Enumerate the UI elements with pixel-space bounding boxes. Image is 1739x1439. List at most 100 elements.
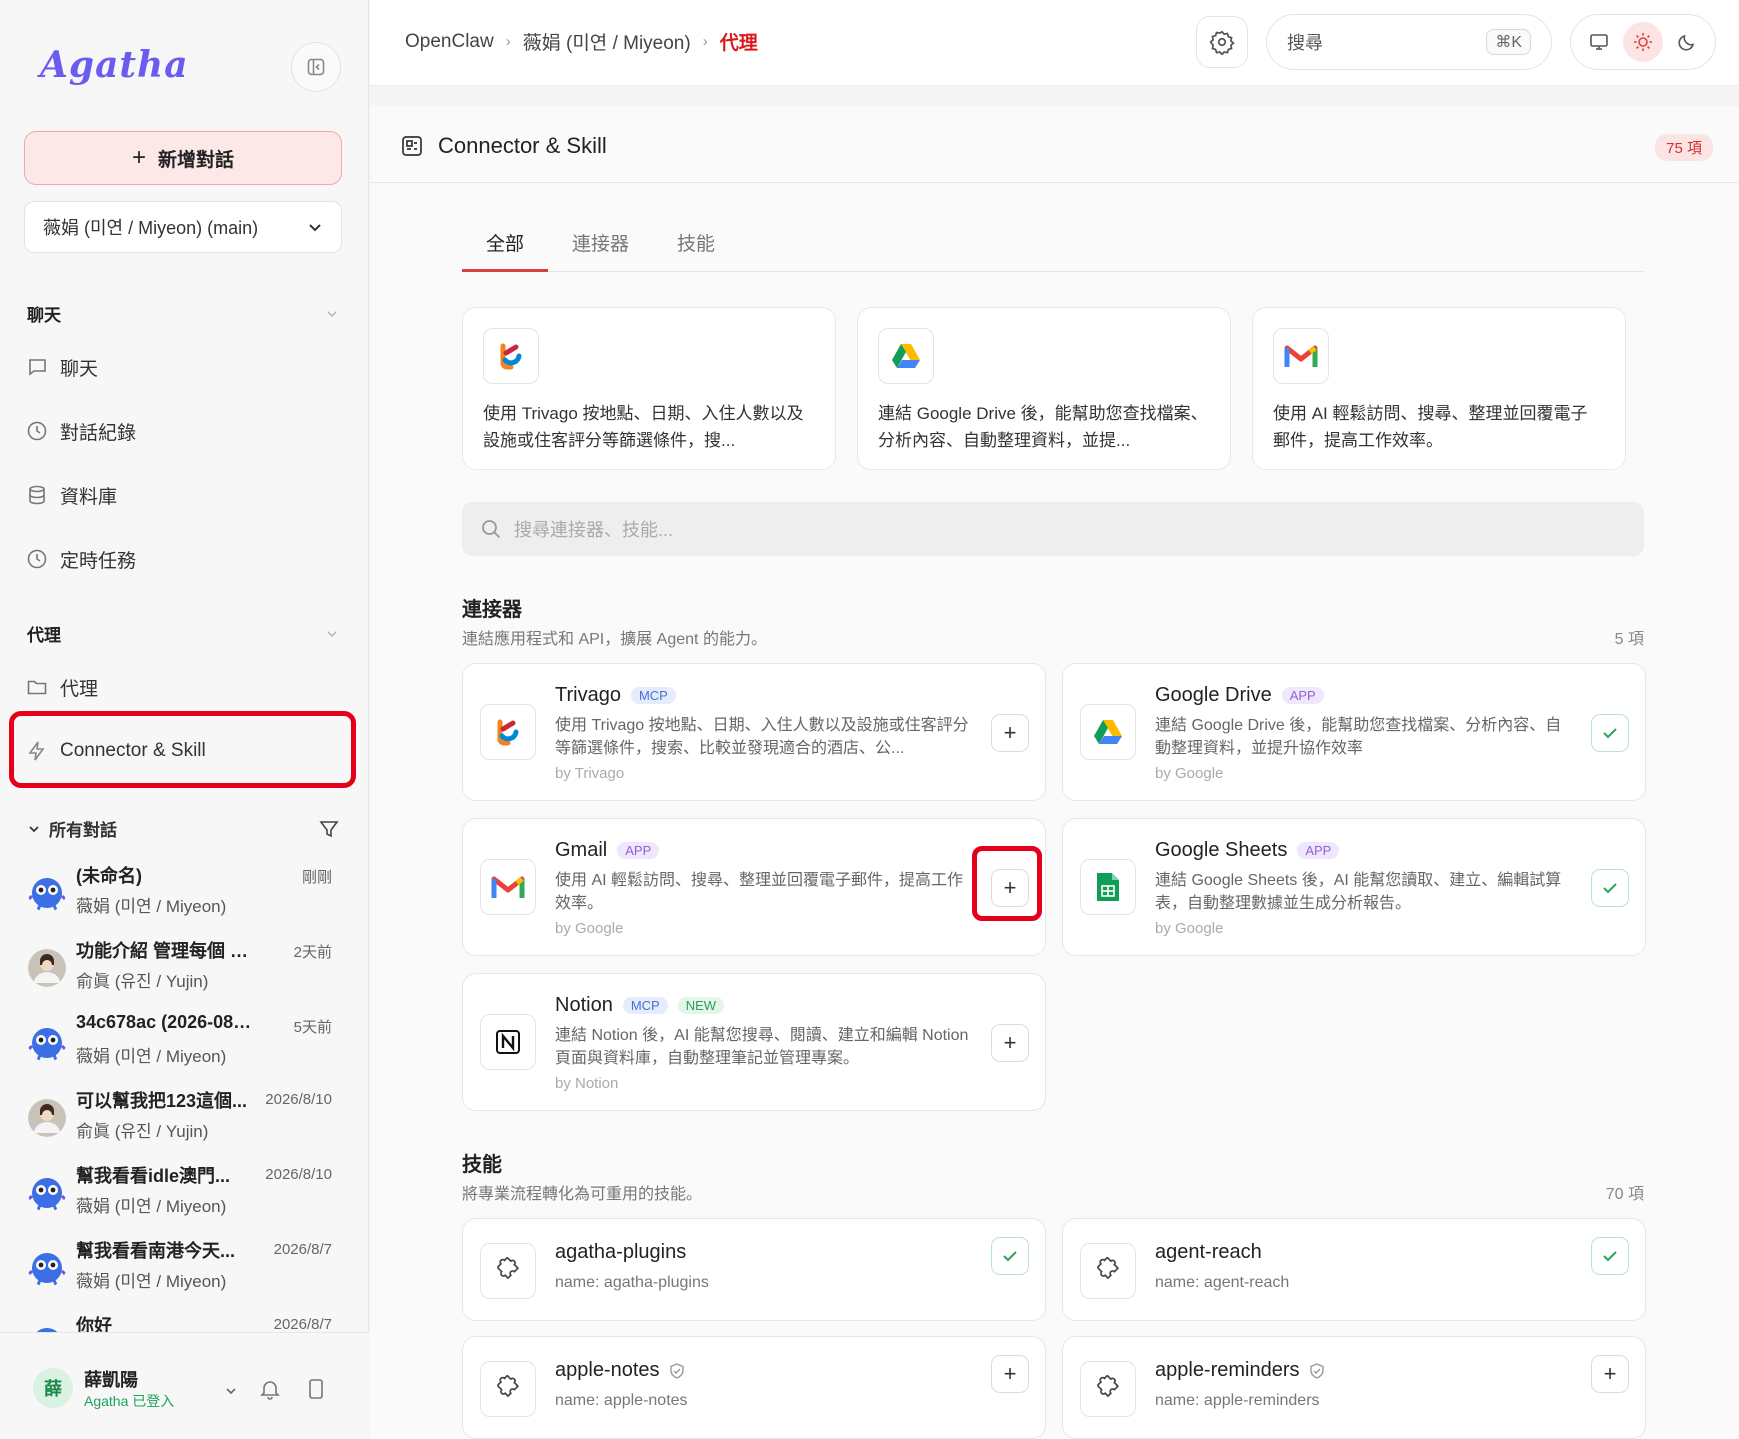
mobile-icon[interactable] (306, 1378, 326, 1400)
chat-agent-name: 俞眞 (유진 / Yujin) (76, 972, 209, 991)
filter-icon[interactable] (319, 819, 339, 839)
agatha-logo[interactable]: Agatha (40, 44, 189, 86)
tab-all[interactable]: 全部 (462, 225, 549, 272)
app-window: Agatha + 新增對話 薇娟 (미연 / Miyeon) (main) 聊天… (0, 0, 1739, 1439)
database-icon (29, 485, 45, 505)
connector-card-notion[interactable]: Notion MCP NEW 連結 Notion 後，AI 能幫您搜尋、閱讀、建立和編… (462, 973, 1046, 1111)
chat-list-item[interactable]: 幫我看看南港今天... 薇娟 (미연 / Miyeon) 2026/8/7 (26, 1233, 332, 1303)
chat-list-item[interactable]: 功能介紹 管理每個 AI ... 俞眞 (유진 / Yujin) 2天前 (26, 933, 332, 1003)
chat-list-item[interactable]: (未命名) 薇娟 (미연 / Miyeon) 剛剛 (26, 858, 332, 928)
shield-check-icon (669, 1362, 684, 1379)
sidebar-item-database[interactable]: 資料庫 (24, 473, 336, 517)
chevron-right-icon: › (505, 33, 511, 50)
plus-icon: + (1003, 1361, 1017, 1386)
tab-skills[interactable]: 技能 (653, 225, 739, 272)
count-badge: 75 項 (1655, 134, 1713, 161)
theme-system-button[interactable] (1579, 22, 1619, 62)
sidebar-item-history[interactable]: 對話紀錄 (24, 409, 336, 453)
chat-title: 幫我看看idle澳門... (76, 1166, 231, 1186)
chat-title: 幫我看看南港今天... (76, 1241, 236, 1261)
chat-list-item[interactable]: 你好 2026/8/7 (26, 1308, 332, 1332)
skill-card-agent-reach[interactable]: agent-reach name: agent-reach (1062, 1218, 1646, 1321)
check-icon (1603, 1251, 1617, 1262)
clock-icon (27, 421, 47, 441)
chat-date: 2天前 (293, 944, 332, 961)
skill-identifier: name: agatha-plugins (555, 1274, 709, 1291)
connector-icon (402, 136, 422, 156)
avatar[interactable]: 薛 (33, 1368, 73, 1408)
connector-icon (480, 704, 536, 760)
chat-date: 2026/8/10 (265, 1166, 332, 1183)
featured-card[interactable]: 使用 AI 輕鬆訪問、搜尋、整理並回覆電子郵件，提高工作效率。 (1252, 307, 1626, 470)
collapse-sidebar-button[interactable] (291, 42, 341, 92)
sidebar-item-scheduled-tasks[interactable]: 定時任務 (24, 537, 336, 581)
sidebar-item-chat[interactable]: 聊天 (24, 345, 336, 389)
skill-card-agatha-plugins[interactable]: agatha-plugins name: agatha-plugins (462, 1218, 1046, 1321)
featured-card[interactable]: 連結 Google Drive 後，能幫助您查找檔案、分析內容、自動整理資料，並… (857, 307, 1231, 470)
add-connector-button[interactable]: + (991, 714, 1029, 752)
sidebar-item-label: 定時任務 (60, 550, 137, 572)
connectors-section-title: 連接器 (462, 599, 522, 621)
connector-card-trivago[interactable]: Trivago MCP 使用 Trivago 按地點、日期、入住人數以及設施或住客評… (462, 663, 1046, 801)
featured-card[interactable]: 使用 Trivago 按地點、日期、入住人數以及設施或住客評分等篩選條件，搜..… (462, 307, 836, 470)
installed-button[interactable] (991, 1237, 1029, 1275)
add-connector-button[interactable]: + (991, 1024, 1029, 1062)
chat-title: 34c678ac (2026-08-12) (76, 1012, 256, 1032)
chevron-right-icon: › (702, 33, 708, 50)
featured-icon (878, 328, 934, 384)
agent-select[interactable]: 薇娟 (미연 / Miyeon) (main) (24, 201, 342, 253)
gmail-icon (1284, 345, 1318, 367)
connector-description: 連結 Google Drive 後，能幫助您查找檔案、分析內容、自動整理資料，並… (1155, 717, 1562, 757)
agent-avatar (28, 1028, 66, 1061)
connectors-section-subtitle: 連結應用程式和 API，擴展 Agent 的能力。 (462, 631, 767, 648)
google-sheets-icon (1097, 873, 1119, 901)
chat-list-item[interactable]: 幫我看看idle澳門... 薇娟 (미연 / Miyeon) 2026/8/10 (26, 1158, 332, 1228)
all-chats-header[interactable]: 所有對話 (27, 816, 339, 841)
add-skill-button[interactable]: + (1591, 1355, 1629, 1393)
skill-icon (480, 1361, 536, 1417)
skill-card-apple-reminders[interactable]: apple-reminders name: apple-reminders + (1062, 1336, 1646, 1439)
check-icon (1603, 728, 1617, 739)
skill-name: agatha-plugins (555, 1241, 687, 1263)
global-search[interactable]: 搜尋 ⌘K (1266, 14, 1552, 70)
theme-dark-button[interactable] (1667, 22, 1707, 62)
connector-card-gmail[interactable]: Gmail APP 使用 AI 輕鬆訪問、搜尋、整理並回覆電子郵件，提高工作效率。 b… (462, 818, 1046, 956)
featured-icon (483, 328, 539, 384)
skill-name: agent-reach (1155, 1241, 1262, 1263)
featured-text: 使用 AI 輕鬆訪問、搜尋、整理並回覆電子郵件，提高工作效率。 (1273, 404, 1588, 450)
breadcrumb-item[interactable]: OpenClaw (405, 31, 494, 53)
connector-icon (1080, 859, 1136, 915)
user-name: 薛凱陽 (84, 1370, 138, 1390)
agent-section-header[interactable]: 代理 (27, 621, 339, 646)
highlight-box (9, 711, 356, 788)
chat-agent-name: 薇娟 (미연 / Miyeon) (76, 1197, 227, 1216)
chat-title: 可以幫我把123這個... (76, 1091, 248, 1111)
add-skill-button[interactable]: + (991, 1355, 1029, 1393)
search-input[interactable]: 搜尋連接器、技能... (462, 502, 1644, 556)
sidebar-toggle-icon (307, 58, 325, 76)
check-icon (1003, 1251, 1017, 1262)
tab-connectors[interactable]: 連接器 (548, 225, 653, 272)
chat-list-item[interactable]: 可以幫我把123這個... 俞眞 (유진 / Yujin) 2026/8/10 (26, 1083, 332, 1153)
bell-icon[interactable] (259, 1378, 281, 1400)
chat-list-item[interactable]: 34c678ac (2026-08-12) 薇娟 (미연 / Miyeon) 5天前 (26, 1008, 332, 1078)
installed-button[interactable] (1591, 869, 1629, 907)
installed-button[interactable] (1591, 1237, 1629, 1275)
theme-light-button[interactable] (1623, 22, 1663, 62)
connector-name: Gmail (555, 839, 608, 861)
page-title: Connector & Skill (400, 133, 607, 159)
new-chat-button[interactable]: + 新增對話 (24, 131, 342, 185)
chat-title: 你好 (76, 1316, 112, 1332)
installed-button[interactable] (1591, 714, 1629, 752)
chevron-down-icon[interactable] (224, 1384, 238, 1398)
monitor-icon (1590, 34, 1608, 50)
sidebar-item-agents[interactable]: 代理 (24, 665, 336, 709)
chat-section-header[interactable]: 聊天 (27, 301, 339, 326)
connector-card-google-sheets[interactable]: Google Sheets APP 連結 Google Sheets 後，AI 能幫… (1062, 818, 1646, 956)
sidebar-item-label: 聊天 (60, 358, 99, 380)
gmail-icon (491, 876, 525, 898)
breadcrumb-item[interactable]: 薇娟 (미연 / Miyeon) (523, 28, 691, 55)
settings-button[interactable] (1196, 16, 1248, 68)
connector-card-google-drive[interactable]: Google Drive APP 連結 Google Drive 後，能幫助您查找檔… (1062, 663, 1646, 801)
skill-card-apple-notes[interactable]: apple-notes name: apple-notes + (462, 1336, 1046, 1439)
